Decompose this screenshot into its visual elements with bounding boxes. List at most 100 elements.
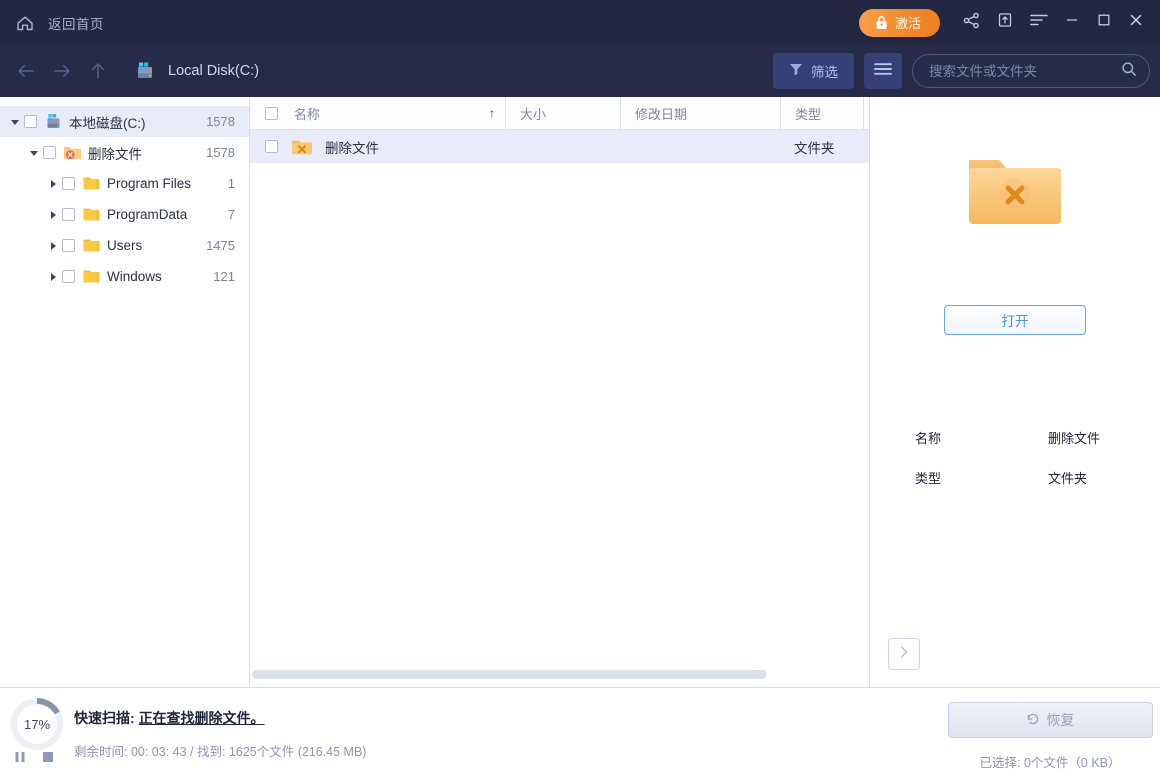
column-header-size[interactable]: 大小 xyxy=(505,97,620,130)
pause-button[interactable] xyxy=(14,750,26,768)
scan-prefix: 快速扫描: xyxy=(74,710,139,726)
home-button[interactable]: 返回首页 xyxy=(0,12,104,34)
search-input[interactable] xyxy=(929,64,1121,79)
horizontal-scrollbar[interactable] xyxy=(250,670,869,679)
select-all-checkbox[interactable] xyxy=(265,107,278,120)
metadata-key: 名称 xyxy=(915,428,1048,447)
collapse-preview-button[interactable] xyxy=(888,638,920,670)
column-header-type[interactable]: 类型 xyxy=(780,97,863,130)
share-button[interactable] xyxy=(954,6,988,40)
minimize-button[interactable] xyxy=(1056,6,1088,40)
arrow-left-icon xyxy=(17,63,35,79)
up-button[interactable] xyxy=(80,53,116,89)
recover-area: 恢复 已选择: 0个文件（0 KB） xyxy=(940,688,1160,770)
row-name-label: 删除文件 xyxy=(325,137,379,157)
local-disk-icon xyxy=(134,61,156,81)
file-list-header: 名称 ↑ 大小 修改日期 类型 xyxy=(250,97,869,130)
stop-button[interactable] xyxy=(42,750,54,768)
cell-type: 文件夹 xyxy=(780,130,863,163)
tree-item-0[interactable]: 本地磁盘(C:) 1578 xyxy=(0,106,249,137)
metadata-row: 名称 删除文件 xyxy=(915,428,1160,447)
tree-item-3[interactable]: ProgramData7 xyxy=(0,199,249,230)
metadata-value: 删除文件 xyxy=(1048,428,1100,447)
breadcrumb-label: Local Disk(C:) xyxy=(168,63,259,79)
search-box[interactable] xyxy=(912,54,1150,88)
close-icon xyxy=(1129,13,1143,32)
folder-icon xyxy=(82,237,101,254)
filter-label: 筛选 xyxy=(811,61,838,81)
tree-item-5[interactable]: Windows121 xyxy=(0,261,249,292)
arrow-right-icon xyxy=(53,63,71,79)
filter-button[interactable]: 筛选 xyxy=(773,53,854,89)
column-header-name[interactable]: 名称 ↑ xyxy=(250,97,505,130)
progress-percent: 17% xyxy=(8,695,66,753)
sort-ascending-icon[interactable]: ↑ xyxy=(489,107,495,119)
maximize-button[interactable] xyxy=(1088,6,1120,40)
tree-item-4[interactable]: Users1475 xyxy=(0,230,249,261)
toolbar-actions: 筛选 xyxy=(773,53,1150,89)
menu-button[interactable] xyxy=(1022,6,1056,40)
tree-item-label: Program Files xyxy=(107,176,220,191)
horizontal-scrollbar-thumb[interactable] xyxy=(252,670,767,679)
tree-expand-toggle[interactable] xyxy=(6,113,24,131)
column-header-date[interactable]: 修改日期 xyxy=(620,97,780,130)
row-checkbox[interactable] xyxy=(265,140,278,153)
list-view-icon xyxy=(874,62,892,81)
tree-item-2[interactable]: Program Files1 xyxy=(0,168,249,199)
column-label-name: 名称 xyxy=(294,104,320,123)
metadata-row: 类型 文件夹 xyxy=(915,468,1160,487)
window-controls: 激活 xyxy=(859,6,1160,40)
tree-item-label: 本地磁盘(C:) xyxy=(69,112,198,132)
search-icon[interactable] xyxy=(1121,61,1137,82)
tree-item-checkbox[interactable] xyxy=(62,208,75,221)
chevron-right-icon xyxy=(897,645,911,664)
lock-icon xyxy=(875,15,888,30)
cell-date xyxy=(620,130,780,163)
progress-ring: 17% xyxy=(8,695,66,753)
tree-item-count: 1578 xyxy=(206,145,235,160)
scan-info: 快速扫描: 正在查找删除文件。 剩余时间: 00: 03: 43 / 找到: 1… xyxy=(74,688,940,760)
tree-item-checkbox[interactable] xyxy=(62,177,75,190)
cell-extra xyxy=(863,130,869,163)
tree-expand-toggle[interactable] xyxy=(44,206,62,224)
tree-item-checkbox[interactable] xyxy=(43,146,56,159)
folder-tree-sidebar: 本地磁盘(C:)1578删除文件1578Program Files1Progra… xyxy=(0,97,250,687)
tree-expand-toggle[interactable] xyxy=(44,268,62,286)
home-icon xyxy=(14,12,36,34)
preview-panel: 打开 名称 删除文件 类型 文件夹 xyxy=(870,97,1160,687)
breadcrumb[interactable]: Local Disk(C:) xyxy=(134,61,259,81)
tree-item-label: 删除文件 xyxy=(88,143,198,163)
title-bar: 返回首页 激活 xyxy=(0,0,1160,45)
tree-item-1[interactable]: 删除文件 1578 xyxy=(0,137,249,168)
close-button[interactable] xyxy=(1120,6,1152,40)
tree-item-count: 1578 xyxy=(206,114,235,129)
list-view-button[interactable] xyxy=(864,53,902,89)
preview-metadata: 名称 删除文件 类型 文件夹 xyxy=(870,428,1160,508)
forward-button[interactable] xyxy=(44,53,80,89)
column-label-date: 修改日期 xyxy=(635,104,687,123)
feedback-button[interactable] xyxy=(988,6,1022,40)
status-footer: 17% 快速扫描: 正在查找删除文件。 剩余时间: 00: 03: 43 / 找… xyxy=(0,687,1160,770)
back-button[interactable] xyxy=(8,53,44,89)
tree-item-checkbox[interactable] xyxy=(62,239,75,252)
scan-progress: 17% xyxy=(0,688,74,753)
open-button[interactable]: 打开 xyxy=(944,305,1086,335)
tree-item-checkbox[interactable] xyxy=(24,115,37,128)
folder-icon xyxy=(82,175,101,192)
tree-expand-toggle[interactable] xyxy=(25,144,43,162)
metadata-value: 文件夹 xyxy=(1048,468,1087,487)
recover-label: 恢复 xyxy=(1047,710,1075,730)
recover-button[interactable]: 恢复 xyxy=(948,702,1153,738)
tree-expand-toggle[interactable] xyxy=(44,237,62,255)
file-list-rows: 删除文件 文件夹 xyxy=(250,130,869,687)
menu-icon xyxy=(1030,13,1048,32)
table-row[interactable]: 删除文件 文件夹 xyxy=(250,130,869,163)
cell-size xyxy=(505,130,620,163)
home-label: 返回首页 xyxy=(48,13,104,33)
tree-item-checkbox[interactable] xyxy=(62,270,75,283)
tree-item-label: ProgramData xyxy=(107,207,220,222)
activate-button[interactable]: 激活 xyxy=(859,9,940,37)
metadata-key: 类型 xyxy=(915,468,1048,487)
restore-icon xyxy=(1026,712,1040,729)
tree-expand-toggle[interactable] xyxy=(44,175,62,193)
